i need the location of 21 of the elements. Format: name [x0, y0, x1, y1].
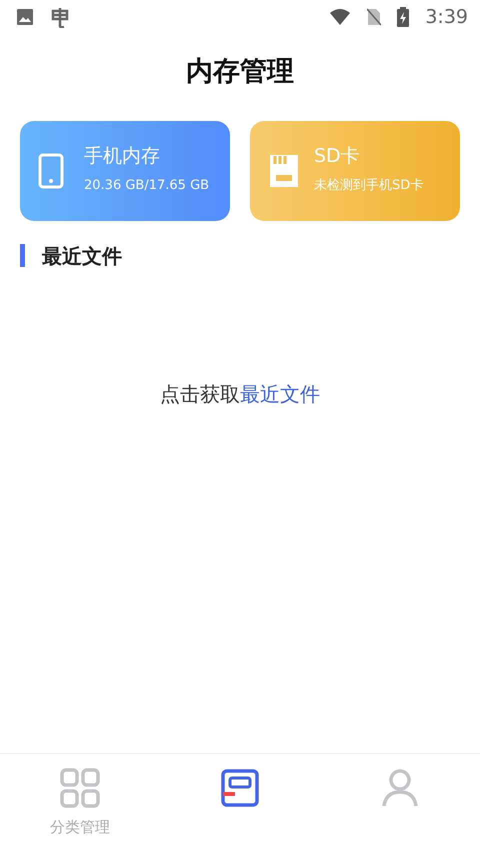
- storage-card[interactable]: 手机内存 20.36 GB/17.65 GB: [20, 120, 230, 220]
- section-marker: [20, 244, 25, 267]
- tab-item[interactable]: 分类管理: [0, 754, 160, 853]
- section-title: 最近文件: [42, 242, 122, 270]
- storage-icon: [220, 768, 260, 808]
- person-icon: [380, 768, 420, 808]
- page-title: 内存管理: [186, 55, 294, 89]
- image-icon: [16, 8, 34, 26]
- status-time: 3:39: [425, 4, 468, 30]
- storage-card[interactable]: SD卡 未检测到手机SD卡: [250, 120, 460, 220]
- no-sim-icon: [367, 8, 382, 26]
- recent-files-link[interactable]: 最近文件: [240, 382, 320, 406]
- card-title: SD卡: [314, 145, 361, 168]
- grid-icon: [60, 768, 100, 808]
- empty-prompt: 点击获取最近文件: [160, 380, 320, 408]
- sd-card-icon: [268, 152, 300, 188]
- card-detail: 20.36 GB/17.65 GB: [84, 177, 210, 196]
- battery-charging-icon: [397, 7, 410, 27]
- card-detail: 未检测到手机SD卡: [314, 177, 424, 196]
- wifi-icon: [329, 8, 352, 26]
- card-title: 手机内存: [84, 145, 161, 168]
